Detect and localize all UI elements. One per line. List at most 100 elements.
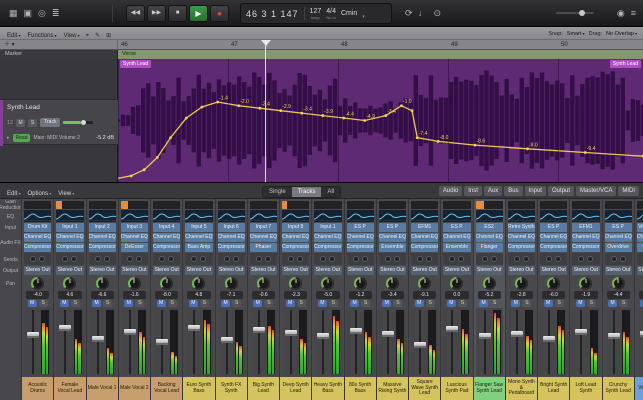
- eq-thumbnail[interactable]: [121, 210, 148, 222]
- mute-button[interactable]: M: [253, 300, 262, 307]
- audio-fx-slot-2[interactable]: Compressor: [347, 243, 374, 252]
- audio-fx-slot-1[interactable]: Channel EQ: [572, 233, 599, 242]
- channel-strip[interactable]: Input 3 Channel EQ DeEsser Stereo Out -1…: [119, 199, 151, 400]
- pan-knob[interactable]: [96, 277, 109, 290]
- channel-strip[interactable]: Input 5 Channel EQ Bass Amp Stereo Out 4…: [183, 199, 215, 400]
- audio-fx-slot-1[interactable]: Channel EQ: [218, 233, 245, 242]
- audio-fx-slot-1[interactable]: Channel EQ: [605, 233, 632, 242]
- audio-fx-slot-2[interactable]: Compressor: [56, 243, 83, 252]
- input-slot[interactable]: ES P: [347, 223, 374, 232]
- eq-thumbnail[interactable]: [605, 210, 632, 222]
- solo-button[interactable]: S: [103, 300, 112, 307]
- volume-handle[interactable]: [81, 120, 86, 125]
- filter-inst[interactable]: Inst: [464, 186, 482, 196]
- send-knob[interactable]: [458, 256, 464, 262]
- channel-strip[interactable]: Input 6 Channel EQ Compressor Stereo Out…: [216, 199, 248, 400]
- fader-cap[interactable]: [575, 329, 587, 335]
- solo-button[interactable]: S: [168, 300, 177, 307]
- mute-button[interactable]: M: [350, 300, 359, 307]
- filter-output[interactable]: Output: [548, 186, 574, 196]
- input-slot[interactable]: EFM1: [411, 223, 438, 232]
- track-name-label[interactable]: Big Synth Lead: [248, 377, 279, 400]
- filter-master-vca[interactable]: Master/VCA: [576, 186, 616, 196]
- send-knob[interactable]: [611, 256, 617, 262]
- region-name-chip[interactable]: Synth Lead: [120, 60, 151, 68]
- channel-fader[interactable]: [24, 308, 51, 376]
- channel-strip[interactable]: Input 1 Channel EQ Compressor Stereo Out…: [54, 199, 86, 400]
- eq-thumbnail[interactable]: [282, 210, 309, 222]
- mute-button[interactable]: M: [92, 300, 101, 307]
- audio-fx-slot-1[interactable]: Channel EQ: [379, 233, 406, 242]
- sends-area[interactable]: [153, 253, 180, 265]
- send-knob[interactable]: [62, 256, 68, 262]
- pan-knob[interactable]: [418, 277, 431, 290]
- volume-readout[interactable]: -1.2: [349, 291, 372, 299]
- lcd-tempo-block[interactable]: 127 keep: [310, 8, 322, 20]
- track-name-label[interactable]: Acoustic Drums: [22, 377, 53, 400]
- audio-fx-slot-1[interactable]: Channel EQ: [411, 233, 438, 242]
- pan-knob[interactable]: [192, 277, 205, 290]
- region-name-chip-right[interactable]: Synth Lead: [610, 60, 641, 68]
- track-name-label[interactable]: Euro Synth Bass: [183, 377, 214, 400]
- pan-knob[interactable]: [160, 277, 173, 290]
- mute-button[interactable]: M: [415, 300, 424, 307]
- playhead-marker[interactable]: [261, 40, 271, 46]
- send-knob[interactable]: [555, 256, 561, 262]
- pencil-tool-icon[interactable]: ✎: [95, 33, 100, 39]
- fader-cap[interactable]: [414, 342, 426, 348]
- fader-cap[interactable]: [253, 327, 265, 333]
- pan-knob[interactable]: [386, 277, 399, 290]
- send-knob[interactable]: [491, 256, 497, 262]
- channel-fader[interactable]: [218, 308, 245, 376]
- audio-fx-slot-2[interactable]: Ensemble: [379, 243, 406, 252]
- audio-fx-slot-1[interactable]: Channel EQ: [508, 233, 535, 242]
- volume-readout[interactable]: -8.0: [155, 291, 178, 299]
- sends-area[interactable]: [218, 253, 245, 265]
- input-slot[interactable]: Input 4: [153, 223, 180, 232]
- channel-fader[interactable]: [572, 308, 599, 376]
- audio-fx-slot-2[interactable]: Overdrive: [605, 243, 632, 252]
- send-knob[interactable]: [159, 256, 165, 262]
- input-slot[interactable]: ES P: [443, 223, 470, 232]
- menu-view[interactable]: View: [64, 33, 80, 39]
- send-knob[interactable]: [417, 256, 423, 262]
- send-knob[interactable]: [394, 256, 400, 262]
- audio-fx-slot-1[interactable]: Channel EQ: [476, 233, 503, 242]
- automation-mode-button[interactable]: Read: [13, 134, 31, 142]
- mixer-menu-view[interactable]: View: [58, 191, 74, 197]
- audio-fx-slot-2[interactable]: Compressor: [411, 243, 438, 252]
- sends-area[interactable]: [89, 253, 116, 265]
- solo-button[interactable]: S: [458, 300, 467, 307]
- track-name-label[interactable]: Backing Vocal Lead: [151, 377, 182, 400]
- eq-thumbnail[interactable]: [89, 210, 116, 222]
- audio-fx-slot-2[interactable]: Compressor: [540, 243, 567, 252]
- eq-thumbnail[interactable]: [411, 210, 438, 222]
- eq-thumbnail[interactable]: [24, 210, 51, 222]
- output-slot[interactable]: Stereo Out: [605, 266, 632, 275]
- output-slot[interactable]: Stereo Out: [250, 266, 277, 275]
- audio-fx-slot-1[interactable]: Channel EQ: [540, 233, 567, 242]
- send-knob[interactable]: [320, 256, 326, 262]
- sends-area[interactable]: [476, 253, 503, 265]
- mixer-menu-options[interactable]: Options: [27, 191, 51, 197]
- volume-readout[interactable]: -1.9: [574, 291, 597, 299]
- global-tracks-header[interactable]: ＋ ▾: [0, 40, 118, 50]
- solo-button[interactable]: S: [361, 300, 370, 307]
- channel-fader[interactable]: [121, 308, 148, 376]
- mixer-menu-edit[interactable]: Edit: [7, 191, 20, 197]
- audio-fx-slot-2[interactable]: Bass Amp: [185, 243, 212, 252]
- output-slot[interactable]: Stereo Out: [282, 266, 309, 275]
- eq-thumbnail[interactable]: [56, 210, 83, 222]
- volume-readout[interactable]: 0.0: [445, 291, 468, 299]
- track-name-label[interactable]: Loft Lead Synth: [570, 377, 601, 400]
- fader-cap[interactable]: [124, 329, 136, 335]
- audio-fx-slot-1[interactable]: Channel EQ: [24, 233, 51, 242]
- audio-fx-slot-1[interactable]: Channel EQ: [121, 233, 148, 242]
- output-slot[interactable]: Stereo Out: [508, 266, 535, 275]
- channel-strip[interactable]: Retro Synth Channel EQ Compressor Stereo…: [506, 199, 538, 400]
- volume-readout[interactable]: -0.6: [252, 291, 275, 299]
- channel-fader[interactable]: [314, 308, 341, 376]
- audio-fx-slot-2[interactable]: DeEsser: [121, 243, 148, 252]
- bar-ruler[interactable]: ＋ ▾ 4647484950: [0, 40, 643, 50]
- audio-fx-slot-1[interactable]: Channel EQ: [185, 233, 212, 242]
